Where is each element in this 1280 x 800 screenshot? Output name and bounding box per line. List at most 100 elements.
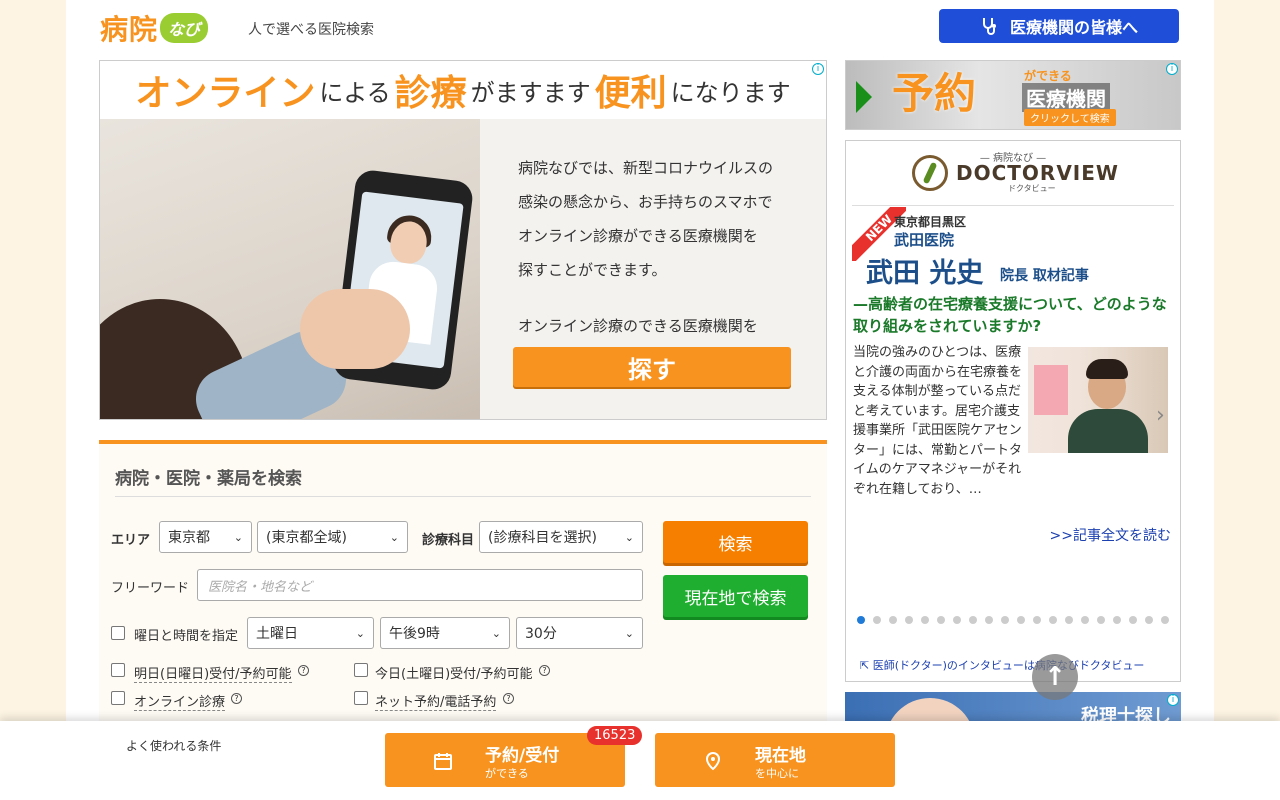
tomorrow-checkbox[interactable] bbox=[111, 663, 125, 677]
carousel-dot[interactable] bbox=[1017, 616, 1025, 624]
chevron-down-icon: ⌄ bbox=[491, 626, 501, 640]
ad-info-icon[interactable]: i bbox=[1166, 63, 1178, 75]
ad-big-text: 予約 bbox=[892, 69, 977, 118]
dept-label: 診療科目 bbox=[422, 533, 475, 548]
location-filter-button[interactable]: 現在地 を中心に bbox=[655, 733, 895, 787]
headline-part: オンライン bbox=[135, 73, 316, 114]
doctor-photo bbox=[1028, 347, 1168, 453]
online-care-banner[interactable]: オンライン による 診療 がますます 便利 になります 病院なびでは、新型コロナ… bbox=[99, 60, 827, 420]
location-main-text: 現在地 bbox=[755, 746, 806, 766]
scroll-to-top-button[interactable]: ↑ bbox=[1032, 654, 1078, 700]
tagline: 人で選べる医院検索 bbox=[248, 22, 374, 38]
ad-mid-text: 医療機関 bbox=[1022, 83, 1110, 112]
divider bbox=[852, 205, 1174, 206]
headline-part: 便利 bbox=[594, 73, 667, 114]
carousel-dot[interactable] bbox=[889, 616, 897, 624]
day-value: 土曜日 bbox=[256, 626, 298, 642]
carousel-dot[interactable] bbox=[921, 616, 929, 624]
headline-part: がますます bbox=[470, 78, 591, 107]
logo-main-text: 病院 bbox=[100, 13, 159, 46]
logo-sub-text: なび bbox=[160, 13, 209, 43]
ad-small-text: ができる bbox=[1024, 69, 1072, 83]
reserve-main-text: 予約/受付 bbox=[485, 746, 560, 766]
doctorview-footer-link[interactable]: ⇱ 医師(ドクター)のインタビューは病院なびドクタビュー bbox=[860, 657, 1144, 673]
area-select[interactable]: (東京都全域) ⌄ bbox=[257, 521, 408, 553]
online-label[interactable]: オンライン診療 bbox=[134, 691, 226, 711]
doctorview-card: — 病院なび — DOCTORVIEW ドクタビュー NEW 東京都目黒区 武田… bbox=[845, 140, 1181, 682]
carousel-dot[interactable] bbox=[1097, 616, 1105, 624]
arrow-up-icon: ↑ bbox=[1044, 662, 1066, 692]
search-by-location-button[interactable]: 現在地で検索 bbox=[663, 575, 808, 617]
carousel-dot[interactable] bbox=[1033, 616, 1041, 624]
headline-part: になります bbox=[670, 78, 791, 107]
reservation-ad[interactable]: 予約 ができる 医療機関 クリックして検索 i bbox=[845, 60, 1181, 130]
day-select[interactable]: 土曜日 ⌄ bbox=[247, 617, 374, 649]
carousel-dot[interactable] bbox=[953, 616, 961, 624]
carousel-dot[interactable] bbox=[985, 616, 993, 624]
banner-line: 感染の懸念から、お手持ちのスマホで bbox=[518, 193, 773, 211]
chevron-right-icon[interactable]: › bbox=[1156, 403, 1165, 428]
ad-info-icon[interactable]: i bbox=[1167, 694, 1179, 706]
freeword-input[interactable]: 医院名・地名など bbox=[197, 569, 643, 601]
site-logo[interactable]: 病院 なび bbox=[100, 8, 209, 48]
carousel-dot[interactable] bbox=[905, 616, 913, 624]
ad-info-icon[interactable]: i bbox=[812, 63, 824, 75]
clinic-name[interactable]: 武田医院 bbox=[894, 229, 954, 250]
net-reserve-label[interactable]: ネット予約/電話予約 bbox=[375, 691, 497, 711]
doctor-name: 武田 光史 bbox=[866, 258, 984, 289]
search-button[interactable]: 検索 bbox=[663, 521, 808, 563]
reserve-sub-text: ができる bbox=[485, 767, 529, 780]
medical-institutions-button[interactable]: 医療機関の皆様へ bbox=[939, 9, 1179, 43]
carousel-dot[interactable] bbox=[1001, 616, 1009, 624]
help-icon[interactable]: ? bbox=[539, 665, 550, 676]
banner-headline: オンライン による 診療 がますます 便利 になります bbox=[100, 61, 826, 119]
reserve-count-badge: 16523 bbox=[587, 726, 643, 745]
prefecture-select[interactable]: 東京都 ⌄ bbox=[159, 521, 252, 553]
tomorrow-text: 明日(日曜日)受付/予約可能 bbox=[134, 667, 292, 682]
carousel-dot[interactable] bbox=[1129, 616, 1137, 624]
net-reserve-checkbox[interactable] bbox=[354, 691, 368, 705]
reserve-filter-button[interactable]: 予約/受付 ができる 16523 bbox=[385, 726, 643, 787]
online-checkbox[interactable] bbox=[111, 691, 125, 705]
banner-search-button[interactable]: 探す bbox=[513, 347, 791, 387]
carousel-dot[interactable] bbox=[857, 616, 865, 624]
photo-hand bbox=[300, 289, 410, 369]
play-arrow-icon bbox=[856, 81, 872, 113]
carousel-dot[interactable] bbox=[1081, 616, 1089, 624]
help-icon[interactable]: ? bbox=[298, 665, 309, 676]
time-checkbox[interactable] bbox=[111, 626, 125, 640]
doctor-role: 院長 取材記事 bbox=[1000, 268, 1089, 284]
carousel-dot[interactable] bbox=[1161, 616, 1169, 624]
medical-button-label: 医療機関の皆様へ bbox=[1009, 18, 1138, 37]
carousel-dot[interactable] bbox=[873, 616, 881, 624]
tomorrow-label[interactable]: 明日(日曜日)受付/予約可能 bbox=[134, 663, 292, 683]
carousel-dot[interactable] bbox=[1113, 616, 1121, 624]
today-checkbox[interactable] bbox=[354, 663, 368, 677]
chevron-down-icon: ⌄ bbox=[355, 626, 365, 640]
banner-cta-caption: オンライン診療のできる医療機関を bbox=[518, 317, 758, 335]
banner-line: 病院なびでは、新型コロナウイルスの bbox=[518, 159, 774, 177]
chevron-down-icon: ⌄ bbox=[389, 530, 399, 544]
carousel-dot[interactable] bbox=[1065, 616, 1073, 624]
help-icon[interactable]: ? bbox=[503, 693, 514, 704]
doctorview-brand-sub: ドクタビュー bbox=[1008, 184, 1056, 193]
chevron-down-icon: ⌄ bbox=[624, 626, 634, 640]
carousel-dot[interactable] bbox=[1145, 616, 1153, 624]
interview-question[interactable]: —高齢者の在宅療養支援について、どのような取り組みをされていますか? bbox=[853, 293, 1173, 337]
banner-photo bbox=[100, 119, 480, 419]
doctor-body bbox=[1068, 409, 1148, 453]
dept-select[interactable]: (診療科目を選択) ⌄ bbox=[479, 521, 643, 553]
search-title: 病院・医院・薬局を検索 bbox=[115, 469, 302, 489]
read-more-link[interactable]: >>記事全文を読む bbox=[1050, 525, 1171, 545]
carousel-dot[interactable] bbox=[937, 616, 945, 624]
minute-select[interactable]: 30分 ⌄ bbox=[516, 617, 643, 649]
carousel-dot[interactable] bbox=[969, 616, 977, 624]
wall-painting bbox=[1034, 365, 1068, 415]
carousel-dot[interactable] bbox=[1049, 616, 1057, 624]
doctor-hair bbox=[1086, 359, 1128, 379]
freeword-label: フリーワード bbox=[111, 581, 190, 596]
hour-select[interactable]: 午後9時 ⌄ bbox=[380, 617, 510, 649]
headline-part: による bbox=[319, 78, 391, 107]
doctorview-brand: DOCTORVIEW bbox=[956, 161, 1119, 185]
help-icon[interactable]: ? bbox=[231, 693, 242, 704]
